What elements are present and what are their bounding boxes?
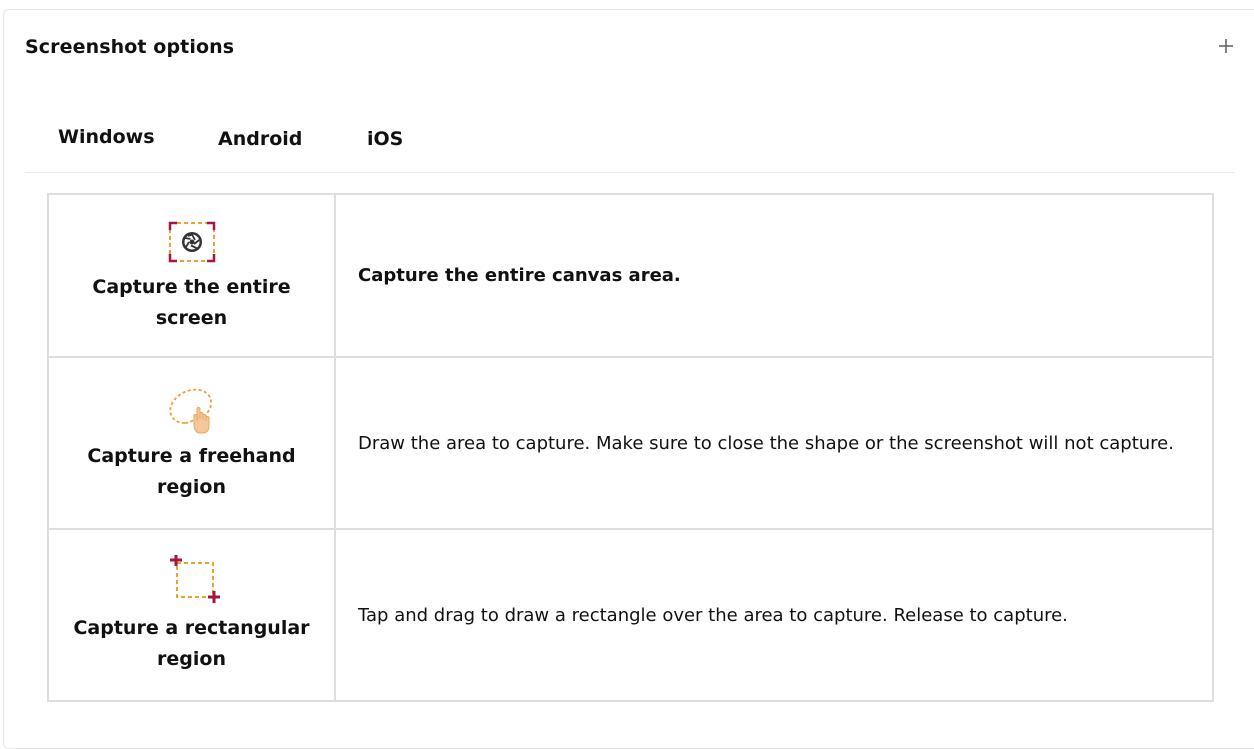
plus-icon <box>1219 39 1233 53</box>
option-description: Capture the entire canvas area. <box>334 193 1214 358</box>
option-cell: Capture a rectangular region <box>47 528 336 702</box>
expand-button[interactable] <box>1212 32 1240 60</box>
camera-aperture-frame-icon <box>168 221 215 262</box>
description-text: Draw the area to capture. Make sure to c… <box>358 432 1174 454</box>
option-description: Draw the area to capture. Make sure to c… <box>334 356 1214 530</box>
rectangle-select-crosshair-icon <box>169 555 220 603</box>
tab-android[interactable]: Android <box>218 128 302 150</box>
description-text: Capture the entire canvas area. <box>358 265 681 286</box>
option-label: Capture a rectangular region <box>73 617 310 670</box>
tab-ios[interactable]: iOS <box>367 128 403 150</box>
option-cell: Capture a freehand region <box>47 356 336 530</box>
option-label: Capture the entire screen <box>92 275 291 329</box>
table-row: Capture a rectangular region Tap and dra… <box>47 528 1214 702</box>
option-cell: Capture the entire screen <box>47 193 336 358</box>
table-row: Capture a freehand region Draw the area … <box>47 356 1214 530</box>
table-row: Capture the entire screen Capture the en… <box>47 193 1214 358</box>
option-description: Tap and drag to draw a rectangle over th… <box>334 528 1214 702</box>
panel-title: Screenshot options <box>25 36 235 58</box>
freehand-lasso-hand-icon <box>168 388 212 434</box>
platform-tabs: Windows Android iOS <box>25 110 1235 173</box>
description-text: Tap and drag to draw a rectangle over th… <box>358 604 1068 626</box>
option-label: Capture a freehand region <box>87 445 296 498</box>
options-table: Capture the entire screen Capture the en… <box>47 193 1214 702</box>
tab-windows[interactable]: Windows <box>58 126 155 148</box>
